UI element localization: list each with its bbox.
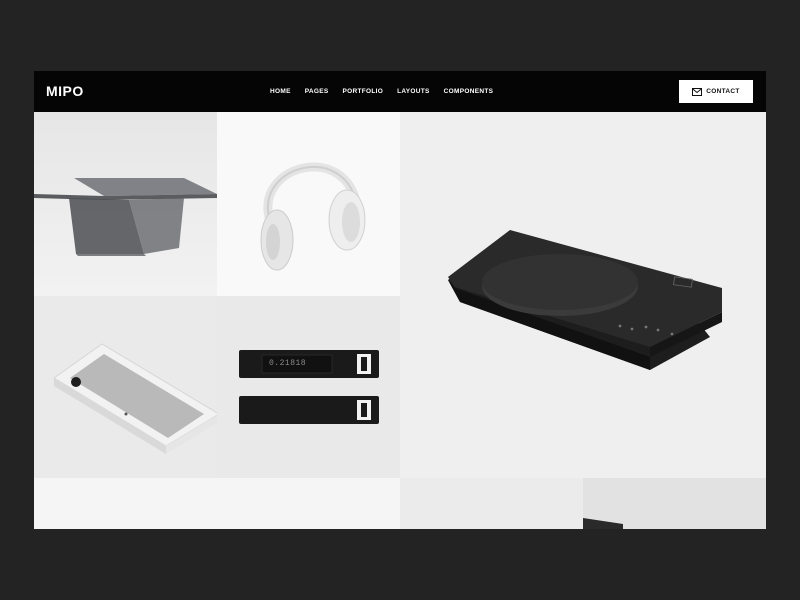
nav-home[interactable]: HOME — [270, 88, 291, 95]
usb-display-value: 0.21818 — [269, 359, 307, 368]
glass-table-image — [34, 178, 217, 256]
nav-layouts[interactable]: LAYOUTS — [397, 88, 430, 95]
mail-icon — [692, 87, 703, 96]
contact-button[interactable]: CONTACT — [679, 80, 753, 103]
nav-pages[interactable]: PAGES — [305, 88, 329, 95]
usb-key-image — [239, 350, 379, 424]
portfolio-item-partial-1[interactable] — [400, 478, 583, 529]
portfolio-item-scale[interactable] — [400, 112, 766, 478]
nav-components[interactable]: COMPONENTS — [444, 88, 494, 95]
speaker-device-image — [53, 343, 217, 454]
portfolio-item-blank[interactable] — [34, 478, 400, 529]
scale-device-image — [448, 230, 722, 370]
nav-portfolio[interactable]: PORTFOLIO — [342, 88, 383, 95]
site-header: MIPO HOME PAGES PORTFOLIO LAYOUTS COMPON… — [34, 71, 766, 112]
portfolio-item-partial-2[interactable] — [583, 478, 766, 529]
headphones-image — [260, 162, 366, 271]
website-frame: MIPO HOME PAGES PORTFOLIO LAYOUTS COMPON… — [34, 71, 766, 529]
portfolio-item-headphones[interactable] — [217, 112, 400, 296]
main-nav: HOME PAGES PORTFOLIO LAYOUTS COMPONENTS — [270, 71, 507, 112]
portfolio-item-glass-table[interactable] — [34, 112, 217, 296]
site-logo[interactable]: MIPO — [46, 83, 84, 99]
partial-object-image — [583, 518, 623, 529]
portfolio-item-usb-keys[interactable]: 0.21818 — [217, 296, 400, 478]
contact-label: CONTACT — [706, 88, 740, 95]
portfolio-item-speaker[interactable] — [34, 296, 217, 478]
